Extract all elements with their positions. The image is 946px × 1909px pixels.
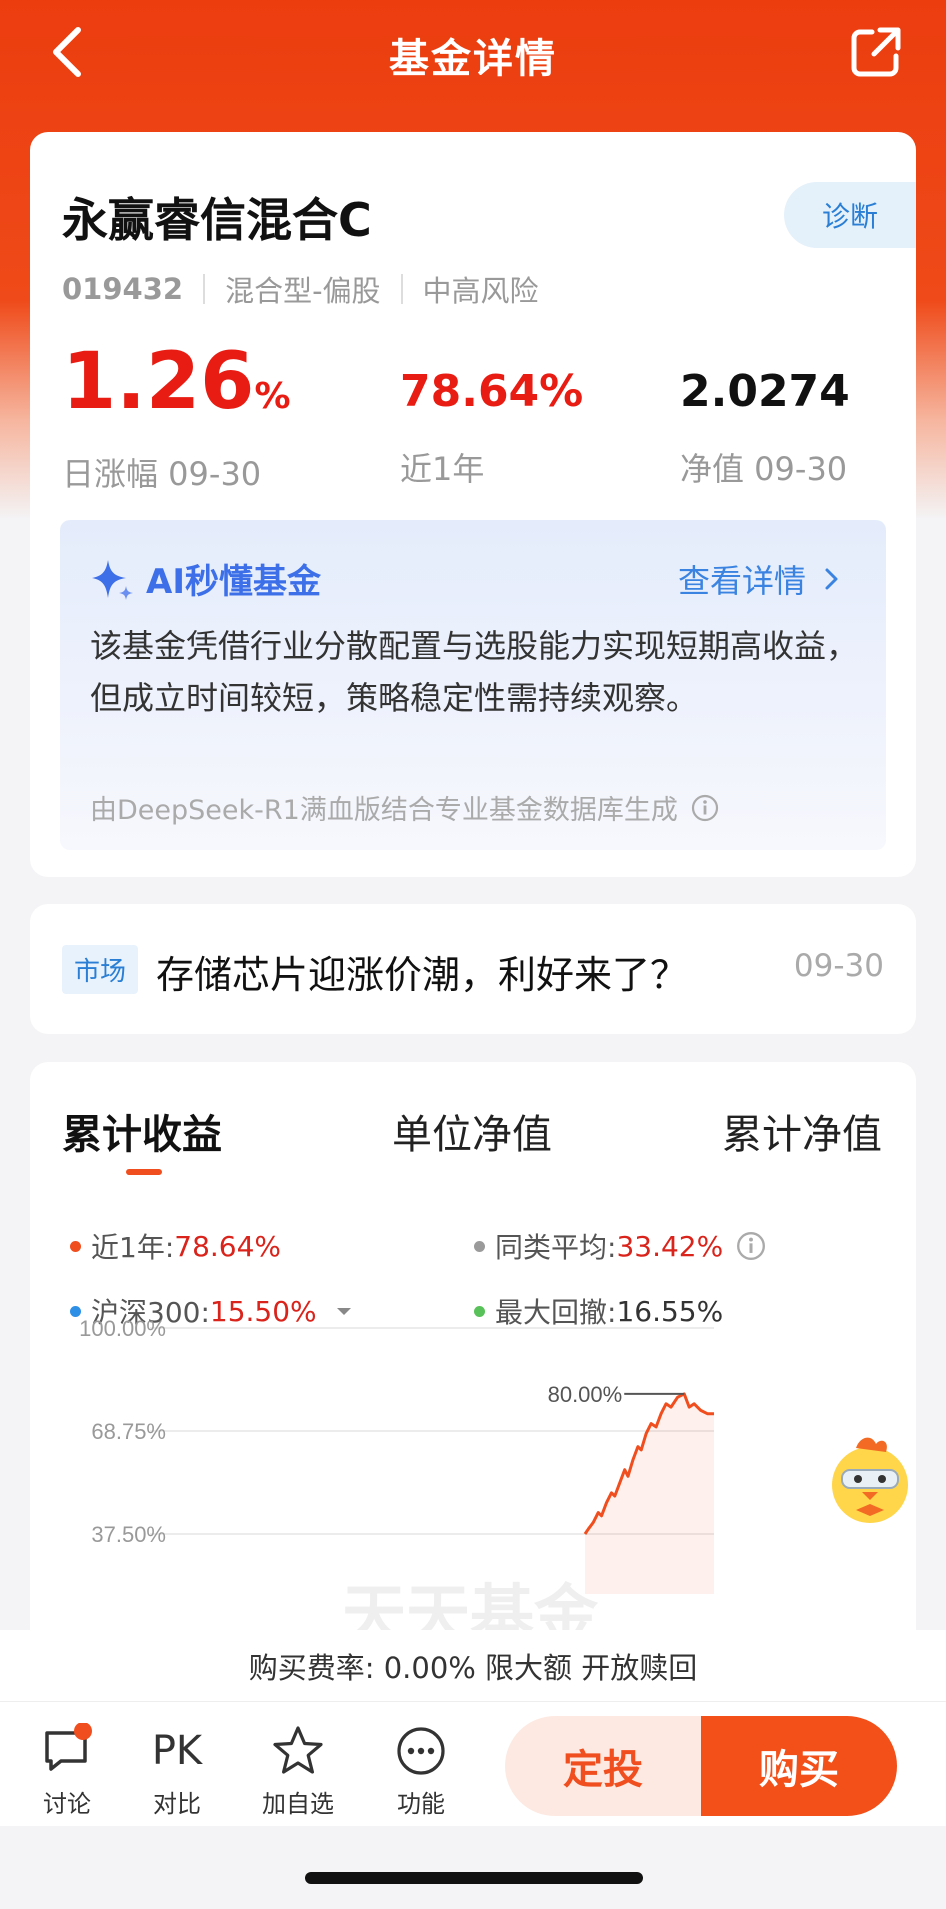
daily-change-stat: 1.26% 日涨幅 09-30: [62, 340, 291, 495]
add-watchlist-button[interactable]: 加自选: [253, 1724, 343, 1819]
y-tick-label: 37.50%: [91, 1522, 166, 1547]
daily-change-unit: %: [254, 376, 291, 417]
back-arrow-icon[interactable]: [40, 22, 100, 82]
star-icon: [273, 1726, 323, 1774]
year-return-value: 78.64%: [400, 366, 584, 417]
nav-value: 2.0274: [680, 366, 850, 417]
nav-label: 净值 09-30: [680, 450, 848, 488]
return-chart[interactable]: 天天基金 100.00% 68.75% 37.50% 80.00%: [30, 1062, 916, 1630]
fund-meta: 019432 混合型-偏股 中高风险: [62, 268, 539, 310]
nav-stat: 2.0274 净值 09-30: [680, 362, 850, 490]
nav-bar: 基金详情: [0, 0, 946, 110]
compare-label: 对比: [153, 1790, 201, 1818]
add-watchlist-label: 加自选: [262, 1790, 334, 1818]
mascot-icon[interactable]: [820, 1430, 920, 1530]
home-indicator[interactable]: [305, 1872, 643, 1884]
sparkle-icon: [92, 559, 133, 600]
ai-source: 由DeepSeek-R1满血版结合专业基金数据库生成: [90, 788, 720, 827]
bottom-action-bar: 讨论 PK 对比 加自选 功能 定投 购买: [0, 1702, 946, 1826]
discuss-button[interactable]: 讨论: [22, 1723, 112, 1819]
annotation-label: 80.00%: [548, 1382, 623, 1407]
ai-source-text: 由DeepSeek-R1满血版结合专业基金数据库生成: [90, 795, 678, 826]
year-return-stat: 78.64% 近1年: [400, 362, 583, 490]
chart-watermark: 天天基金: [342, 1579, 599, 1630]
share-icon[interactable]: [846, 22, 906, 82]
daily-change-label: 日涨幅 09-30: [62, 455, 262, 493]
news-card[interactable]: 市场 存储芯片迎涨价潮，利好来了？ 09-30: [30, 904, 916, 1034]
pk-icon: PK: [151, 1728, 203, 1774]
more-functions-button[interactable]: 功能: [376, 1724, 466, 1819]
news-tag: 市场: [62, 945, 139, 994]
fund-risk: 中高风险: [422, 274, 539, 308]
fund-code: 019432: [62, 272, 184, 306]
ai-detail-link[interactable]: 查看详情: [678, 556, 846, 602]
daily-change-value: 1.26: [62, 337, 255, 427]
chart-y-ticks: 100.00% 68.75% 37.50%: [79, 1316, 166, 1547]
y-tick-label: 68.75%: [91, 1419, 166, 1444]
auto-invest-button[interactable]: 定投: [505, 1716, 701, 1816]
info-icon[interactable]: [690, 793, 720, 823]
ai-detail-label: 查看详情: [677, 562, 806, 600]
compare-button[interactable]: PK 对比: [132, 1724, 222, 1819]
news-date: 09-30: [793, 948, 884, 984]
chevron-right-icon: [825, 568, 838, 590]
more-dots-icon: [397, 1727, 445, 1775]
fee-info: 购买费率: 0.00% 限大额 开放赎回: [0, 1630, 946, 1702]
chart-card: 累计收益 单位净值 累计净值 近1年: 78.64% 同类平均: 33.42% …: [30, 1062, 916, 1662]
chat-bubble-icon: [45, 1723, 92, 1771]
page-title: 基金详情: [389, 36, 557, 82]
ai-summary-text: 该基金凭借行业分散配置与选股能力实现短期高收益，但成立时间较短，策略稳定性需持续…: [90, 627, 859, 717]
fund-info-card: 永赢睿信混合C 诊断 019432 混合型-偏股 中高风险 1.26% 日涨幅 …: [30, 132, 916, 877]
year-return-label: 近1年: [400, 450, 485, 488]
fund-name: 永赢睿信混合C: [62, 193, 372, 247]
more-functions-label: 功能: [397, 1790, 445, 1818]
fund-type: 混合型-偏股: [225, 274, 381, 308]
y-tick-label: 100.00%: [79, 1316, 166, 1341]
news-headline: 存储芯片迎涨价潮，利好来了？: [156, 953, 689, 997]
buy-button[interactable]: 购买: [701, 1716, 897, 1816]
ai-header: AI秒懂基金: [90, 554, 321, 603]
discuss-label: 讨论: [43, 1790, 91, 1818]
divider: [203, 274, 206, 304]
divider: [400, 274, 403, 304]
diagnose-button[interactable]: 诊断: [784, 182, 916, 248]
ai-title: AI秒懂基金: [146, 562, 321, 602]
home-area: [0, 1826, 946, 1909]
ai-summary-box[interactable]: AI秒懂基金 查看详情 该基金凭借行业分散配置与选股能力实现短期高收益，但成立时…: [60, 520, 886, 850]
